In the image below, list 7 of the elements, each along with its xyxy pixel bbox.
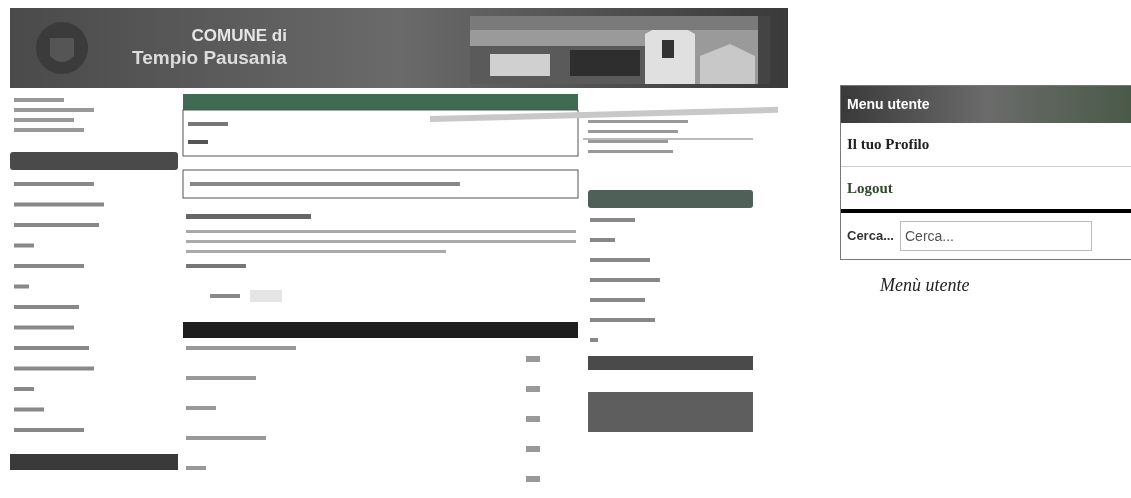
figure-caption: Menù utente (880, 274, 971, 297)
header-subtitle: COMUNE di (191, 26, 287, 46)
menu-item[interactable]: Il tuo Profilo (841, 123, 1131, 166)
search-label: Cerca... (847, 227, 894, 246)
search-field[interactable]: Cerca... (900, 221, 1092, 251)
site-title: Tempio Pausania (132, 46, 287, 70)
menu-title: Menu utente (841, 86, 1131, 123)
